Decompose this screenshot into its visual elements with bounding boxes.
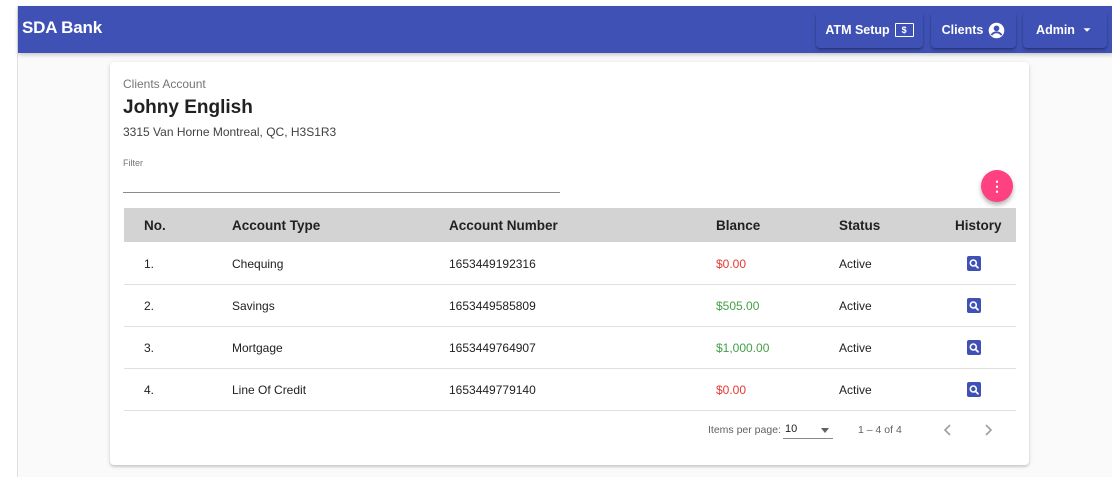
client-name: Johny English [123, 97, 253, 118]
caret-down-icon [821, 428, 829, 433]
brand-title: SDA Bank [22, 18, 102, 37]
header-status[interactable]: Status [839, 218, 880, 233]
cell-status: Active [839, 341, 872, 355]
previous-page-button[interactable] [936, 418, 960, 442]
cell-no: 3. [144, 341, 155, 355]
items-per-page-label: Items per page: [708, 424, 781, 436]
more-vert-icon: ⋮ [990, 178, 1004, 194]
search-history-icon [969, 301, 979, 311]
next-page-button[interactable] [976, 418, 1000, 442]
history-button[interactable] [967, 382, 981, 397]
more-actions-fab[interactable]: ⋮ [981, 170, 1013, 202]
history-button[interactable] [967, 256, 981, 271]
header-no[interactable]: No. [144, 218, 166, 233]
admin-menu-button[interactable]: Admin [1023, 12, 1107, 48]
caret-down-icon [1083, 28, 1091, 32]
page-range: 1 – 4 of 4 [858, 424, 902, 436]
cell-balance: $1,000.00 [716, 341, 770, 355]
chevron-left-icon [943, 424, 951, 436]
cell-status: Active [839, 257, 872, 271]
header-balance[interactable]: Blance [716, 218, 760, 233]
atm-setup-label: ATM Setup [825, 23, 890, 37]
items-per-page-select[interactable]: 10 [783, 420, 833, 439]
client-address: 3315 Van Horne Montreal, QC, H3S1R3 [123, 125, 337, 139]
dollar-bill-icon: $ [894, 23, 914, 37]
history-button[interactable] [967, 298, 981, 313]
cell-account-number: 1653449192316 [449, 257, 536, 271]
table-header: No. Account Type Account Number Blance S… [124, 208, 1016, 242]
header-history: History [955, 218, 1002, 233]
cell-status: Active [839, 383, 872, 397]
atm-setup-button[interactable]: ATM Setup $ [816, 12, 923, 48]
table-row: 1. Chequing 1653449192316 $0.00 Active [124, 242, 1016, 285]
top-toolbar: SDA Bank ATM Setup $ Clients Admin [18, 6, 1112, 53]
search-history-icon [969, 343, 979, 353]
clients-label: Clients [941, 23, 984, 37]
chevron-right-icon [985, 424, 993, 436]
filter-label: Filter [123, 158, 143, 168]
admin-label: Admin [1036, 23, 1075, 37]
filter-input[interactable] [123, 174, 560, 193]
history-button[interactable] [967, 340, 981, 355]
cell-account-type: Savings [232, 299, 275, 313]
breadcrumb: Clients Account [123, 77, 206, 91]
search-history-icon [969, 259, 979, 269]
header-account-number[interactable]: Account Number [449, 218, 558, 233]
table-row: 3. Mortgage 1653449764907 $1,000.00 Acti… [124, 326, 1016, 369]
cell-account-type: Chequing [232, 257, 284, 271]
cell-no: 2. [144, 299, 155, 313]
header-account-type[interactable]: Account Type [232, 218, 320, 233]
account-circle-icon [989, 22, 1005, 38]
cell-account-type: Mortgage [232, 341, 283, 355]
cell-balance: $505.00 [716, 299, 760, 313]
table-row: 4. Line Of Credit 1653449779140 $0.00 Ac… [124, 368, 1016, 411]
table-row: 2. Savings 1653449585809 $505.00 Active [124, 284, 1016, 327]
cell-no: 1. [144, 257, 155, 271]
cell-balance: $0.00 [716, 383, 747, 397]
cell-account-number: 1653449585809 [449, 299, 536, 313]
items-per-page-value: 10 [785, 423, 798, 435]
cell-balance: $0.00 [716, 257, 747, 271]
cell-status: Active [839, 299, 872, 313]
search-history-icon [969, 385, 979, 395]
app-frame: SDA Bank ATM Setup $ Clients Admin Clien… [17, 6, 1112, 477]
cell-account-type: Line Of Credit [232, 383, 307, 397]
cell-account-number: 1653449779140 [449, 383, 536, 397]
client-account-card: Clients Account Johny English 3315 Van H… [110, 62, 1029, 465]
clients-button[interactable]: Clients [931, 12, 1016, 48]
cell-account-number: 1653449764907 [449, 341, 536, 355]
cell-no: 4. [144, 383, 155, 397]
